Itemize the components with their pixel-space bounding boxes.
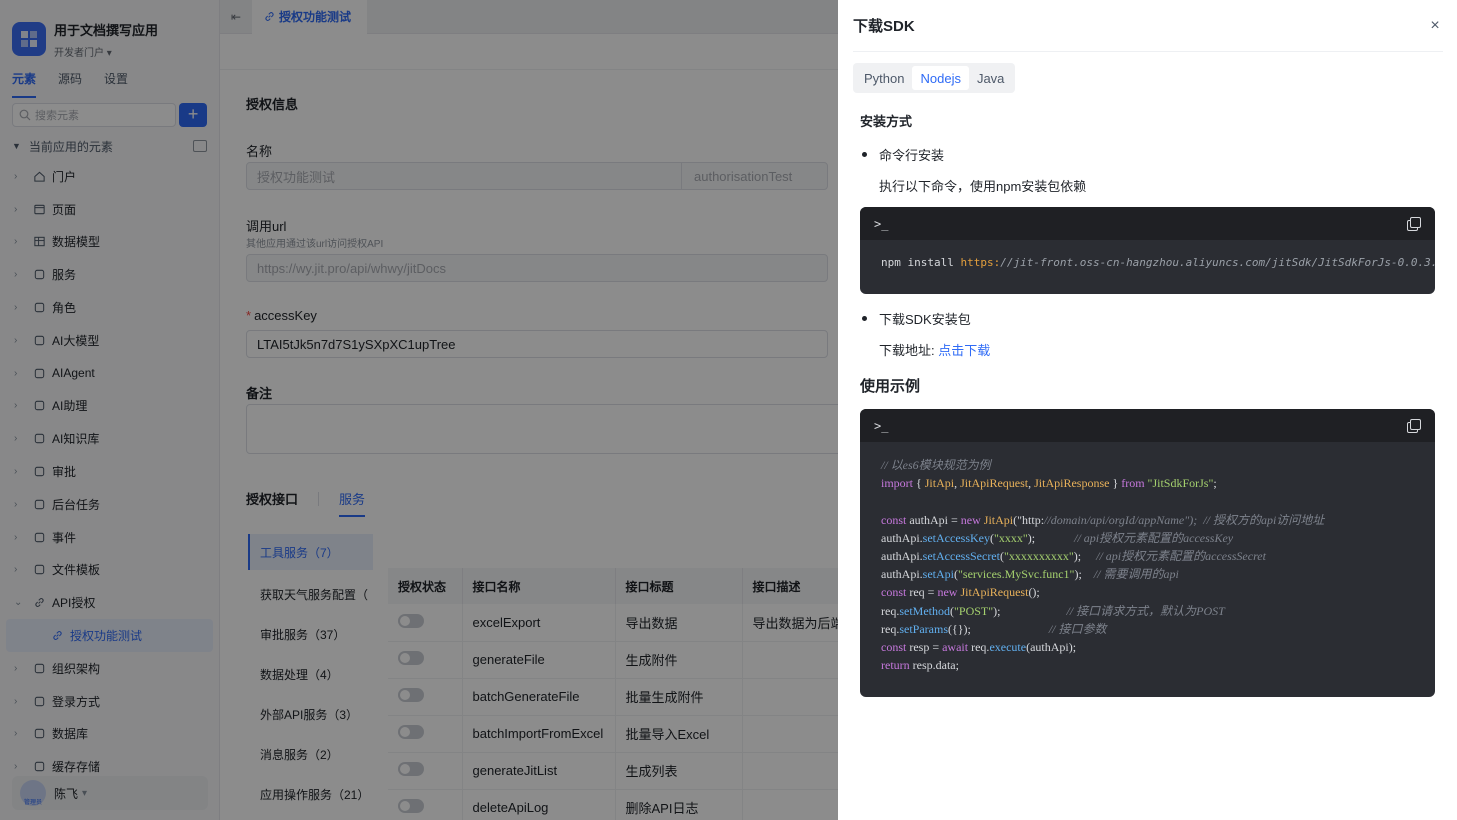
- npm-code-block: >_ npm install https://jit-front.oss-cn-…: [860, 207, 1435, 294]
- bullet-cli-label: 命令行安装: [879, 148, 945, 163]
- tab-python[interactable]: Python: [856, 66, 912, 90]
- code-line: const req = new JitApiRequest();: [881, 585, 1040, 600]
- code-line: req.setMethod("POST"); // 接口请求方式，默认为POST: [881, 603, 1225, 618]
- cli-install-text: 执行以下命令，使用npm安装包依赖: [879, 179, 1087, 194]
- code-line: req.setParams({}); // 接口参数: [881, 621, 1107, 636]
- close-icon[interactable]: ×: [1427, 17, 1443, 34]
- code-line: return resp.data;: [881, 658, 959, 673]
- code-line: authApi.setApi("services.MySvc.func1"); …: [881, 567, 1179, 582]
- bullet-cli-install: 命令行安装: [862, 145, 944, 164]
- code-line: // 以es6模块规范为例: [881, 458, 991, 472]
- copy-icon[interactable]: [1407, 418, 1421, 433]
- example-code: // 以es6模块规范为例 import { JitApi, JitApiRequ…: [860, 442, 1435, 674]
- bullet-dot: [862, 316, 867, 321]
- language-tabs: Python Nodejs Java: [853, 63, 1016, 93]
- download-line: 下载地址: 点击下载: [879, 340, 990, 359]
- code-line: const resp = await req.execute(authApi);: [881, 640, 1077, 655]
- bullet-dot: [862, 152, 867, 157]
- download-link[interactable]: 点击下载: [938, 343, 990, 358]
- npm-cmd: npm install: [881, 256, 954, 269]
- code-line: authApi.setAccessKey("xxxx"); // api授权元素…: [881, 530, 1234, 545]
- bullet-download-label: 下载SDK安装包: [879, 312, 971, 327]
- modal-overlay[interactable]: [0, 0, 838, 820]
- download-sdk-drawer: 下载SDK × Python Nodejs Java 安装方式 命令行安装 执行…: [838, 0, 1457, 820]
- code-line: import { JitApi, JitApiRequest, JitApiRe…: [881, 476, 1217, 491]
- example-heading: 使用示例: [860, 378, 921, 395]
- tab-java[interactable]: Java: [969, 66, 1012, 90]
- code-line: const authApi = new JitApi("http://domai…: [881, 512, 1325, 527]
- install-heading: 安装方式: [860, 114, 913, 129]
- code-line: authApi.setAccessSecret("xxxxxxxxxx"); /…: [881, 549, 1266, 564]
- download-prefix: 下载地址:: [879, 343, 935, 358]
- terminal-icon: >_: [874, 216, 889, 231]
- npm-url-path: //jit-front.oss-cn-hangzhou.aliyuncs.com…: [1000, 256, 1435, 269]
- drawer-title: 下载SDK: [853, 18, 915, 35]
- example-code-block: >_ // 以es6模块规范为例 import { JitApi, JitApiR…: [860, 409, 1435, 697]
- tab-nodejs[interactable]: Nodejs: [912, 66, 969, 90]
- npm-url-host: https:: [960, 256, 1001, 269]
- bullet-download: 下载SDK安装包: [862, 309, 971, 328]
- npm-command: npm install https://jit-front.oss-cn-han…: [860, 240, 1435, 272]
- terminal-icon: >_: [874, 418, 889, 433]
- copy-icon[interactable]: [1407, 216, 1421, 231]
